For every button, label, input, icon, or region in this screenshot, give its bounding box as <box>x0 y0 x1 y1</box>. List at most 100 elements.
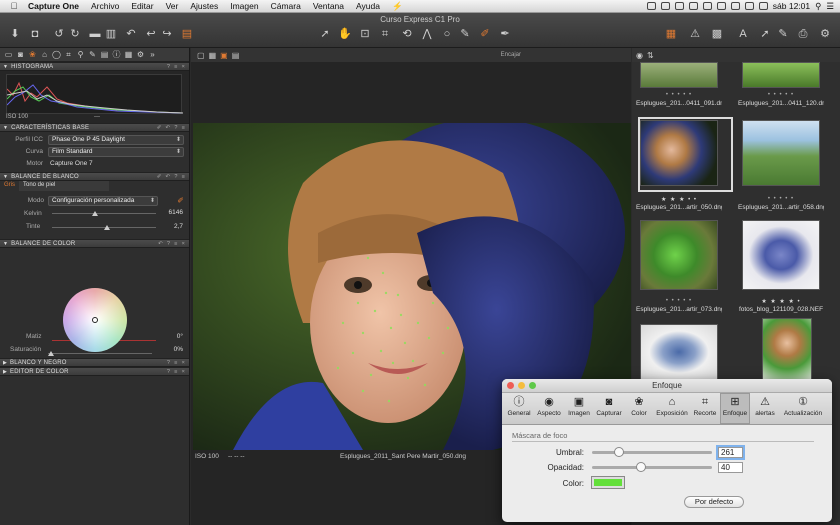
tab-tono-piel[interactable]: Tono de piel <box>19 181 109 191</box>
multi-view-icon[interactable]: ▣ <box>220 51 228 60</box>
mask-color-swatch[interactable] <box>591 476 625 489</box>
pointer-icon[interactable]: ➚ <box>318 27 332 41</box>
kelvin-slider[interactable] <box>52 211 156 216</box>
thumbnail-image[interactable] <box>640 120 718 186</box>
thumbnail-rating[interactable]: ★ ★ ★ ★ • <box>738 298 824 305</box>
menu-icon[interactable]: ≡ <box>174 360 177 366</box>
close-section-icon[interactable]: × <box>182 369 185 375</box>
rotate-tool-icon[interactable]: ⟲ <box>400 27 414 41</box>
menu-ajustes[interactable]: Ajustes <box>184 1 224 11</box>
import-icon[interactable]: ⬇ <box>8 27 22 41</box>
metadata-tab-icon[interactable]: ▤ <box>100 50 109 59</box>
opacidad-input[interactable]: 40 <box>718 462 743 473</box>
color-editor-header[interactable]: ▶ EDITOR DE COLOR ? ≡ × <box>0 367 189 376</box>
bw-header[interactable]: ▶ BLANCO Y NEGRO ? ≡ × <box>0 358 189 367</box>
help-icon[interactable]: ? <box>167 360 170 366</box>
battery-icon[interactable] <box>758 2 768 10</box>
camera-icon[interactable]: ◘ <box>28 27 42 41</box>
slider-knob[interactable] <box>636 462 646 472</box>
reset-icon[interactable]: ↶ <box>124 27 138 41</box>
hand-icon[interactable]: ✋ <box>338 27 352 41</box>
hue-value[interactable]: 0° <box>177 333 183 340</box>
tab-actualizacion[interactable]: ① Actualización <box>780 393 826 424</box>
pipette-icon[interactable]: ✐ <box>157 125 162 131</box>
close-section-icon[interactable]: × <box>182 64 185 70</box>
reset-section-icon[interactable]: ↶ <box>158 241 163 247</box>
dropbox-icon[interactable] <box>674 2 684 10</box>
trash-icon[interactable]: ▥ <box>104 27 118 41</box>
color-tab-icon[interactable]: ❀ <box>28 50 37 59</box>
opacidad-slider[interactable] <box>592 462 712 472</box>
tab-capturar[interactable]: ◙ Capturar <box>594 393 624 424</box>
tab-aspecto[interactable]: ◉ Aspecto <box>534 393 564 424</box>
apple-icon[interactable]:  <box>6 1 22 11</box>
kelvin-value[interactable]: 6146 <box>169 209 183 216</box>
mode-select[interactable]: Configuración personalizada <box>48 196 158 206</box>
status-icon[interactable] <box>646 2 656 10</box>
help-icon[interactable]: ? <box>167 64 170 70</box>
icc-select[interactable]: Phase One P 45 Daylight <box>48 135 184 145</box>
warning-icon[interactable]: ⚠ <box>688 27 702 41</box>
tab-enfoque[interactable]: ⊞ Enfoque <box>720 393 750 424</box>
default-button[interactable]: Por defecto <box>684 496 744 508</box>
umbral-slider[interactable] <box>592 447 712 457</box>
keystone-icon[interactable]: ⋀ <box>420 27 434 41</box>
clock-icon[interactable] <box>702 2 712 10</box>
tint-slider[interactable] <box>52 225 156 230</box>
tab-general[interactable]: ⓘ General <box>504 393 534 424</box>
thumbnail-image[interactable] <box>640 220 718 290</box>
rotate-right-icon[interactable]: ↻ <box>68 27 82 41</box>
tab-recorte[interactable]: ⌗ Recorte <box>690 393 720 424</box>
slider-knob[interactable] <box>92 211 98 216</box>
thumbnail[interactable] <box>636 324 722 384</box>
thumbnail[interactable] <box>738 318 824 384</box>
menu-icon[interactable]: ≡ <box>174 64 177 70</box>
thumbnail-image[interactable] <box>742 62 820 88</box>
thumbnail[interactable]: • • • • • Esplugues_201...0411_091.dng <box>636 62 722 110</box>
tab-exposicion[interactable]: ⌂ Exposición <box>654 393 690 424</box>
menu-icon[interactable]: ≡ <box>174 369 177 375</box>
menu-ayuda[interactable]: Ayuda <box>350 1 386 11</box>
more-tabs-icon[interactable]: » <box>148 50 157 59</box>
loupe-icon[interactable]: ⊡ <box>358 27 372 41</box>
rotate-left-icon[interactable]: ↺ <box>52 27 66 41</box>
grid-view-icon[interactable]: ▦ <box>664 27 678 41</box>
reset-section-icon[interactable]: ↶ <box>166 174 171 180</box>
menu-icon[interactable]: ≡ <box>182 125 185 131</box>
thumbnail-rating[interactable]: • • • • • <box>636 92 722 98</box>
thumbnail-image[interactable] <box>640 62 718 88</box>
copy-apply-icon[interactable]: ▤ <box>180 27 194 41</box>
output-tab-icon[interactable]: ⓘ <box>112 50 121 59</box>
help-icon[interactable]: ? <box>174 125 177 131</box>
list-icon[interactable]: ☰ <box>826 1 834 12</box>
wb-header[interactable]: ▼ BALANCE DE BLANCO ✐ ↶? ≡ <box>0 172 189 181</box>
thumbnail[interactable]: • • • • • Esplugues_201...artir_058.dng <box>738 118 824 214</box>
grid-overlay-icon[interactable]: ▩ <box>710 27 724 41</box>
saturation-slider[interactable] <box>48 351 152 356</box>
color-wheel[interactable] <box>63 288 127 352</box>
export-icon[interactable]: ➚ <box>758 27 772 41</box>
crop-icon[interactable]: ⌗ <box>378 27 392 41</box>
menu-imagen[interactable]: Imagen <box>224 1 264 11</box>
slider-knob[interactable] <box>48 351 54 356</box>
close-section-icon[interactable]: × <box>182 360 185 366</box>
edit-icon[interactable]: ✎ <box>776 27 790 41</box>
library-tab-icon[interactable]: ▭ <box>4 50 13 59</box>
mail-icon[interactable] <box>660 2 670 10</box>
histogram-header[interactable]: ▼ HISTOGRAMA ? ≡ × <box>0 62 189 71</box>
sort-icon[interactable]: ⇅ <box>647 51 654 60</box>
color-wheel-handle[interactable] <box>92 317 98 323</box>
help-icon[interactable]: ? <box>167 369 170 375</box>
thumbnail[interactable]: • • • • • Esplugues_201...0411_120.dng <box>738 62 824 110</box>
wifi-icon[interactable] <box>730 2 740 10</box>
spot-icon[interactable]: ○ <box>440 27 454 41</box>
thumbnail-selected[interactable]: ★ ★ ★ • • Esplugues_201...artir_050.dng <box>636 117 733 214</box>
wb-picker-icon[interactable]: ✐ <box>177 196 184 205</box>
print-icon[interactable]: ⎙ <box>796 27 810 41</box>
tab-gris[interactable]: Gris <box>0 181 19 191</box>
tab-color[interactable]: ❀ Color <box>624 393 654 424</box>
thumbnail[interactable]: • • • • • Esplugues_201...artir_073.dng <box>636 220 722 316</box>
bluetooth-icon[interactable] <box>716 2 726 10</box>
help-icon[interactable]: ? <box>174 174 177 180</box>
menu-archivo[interactable]: Archivo <box>85 1 125 11</box>
